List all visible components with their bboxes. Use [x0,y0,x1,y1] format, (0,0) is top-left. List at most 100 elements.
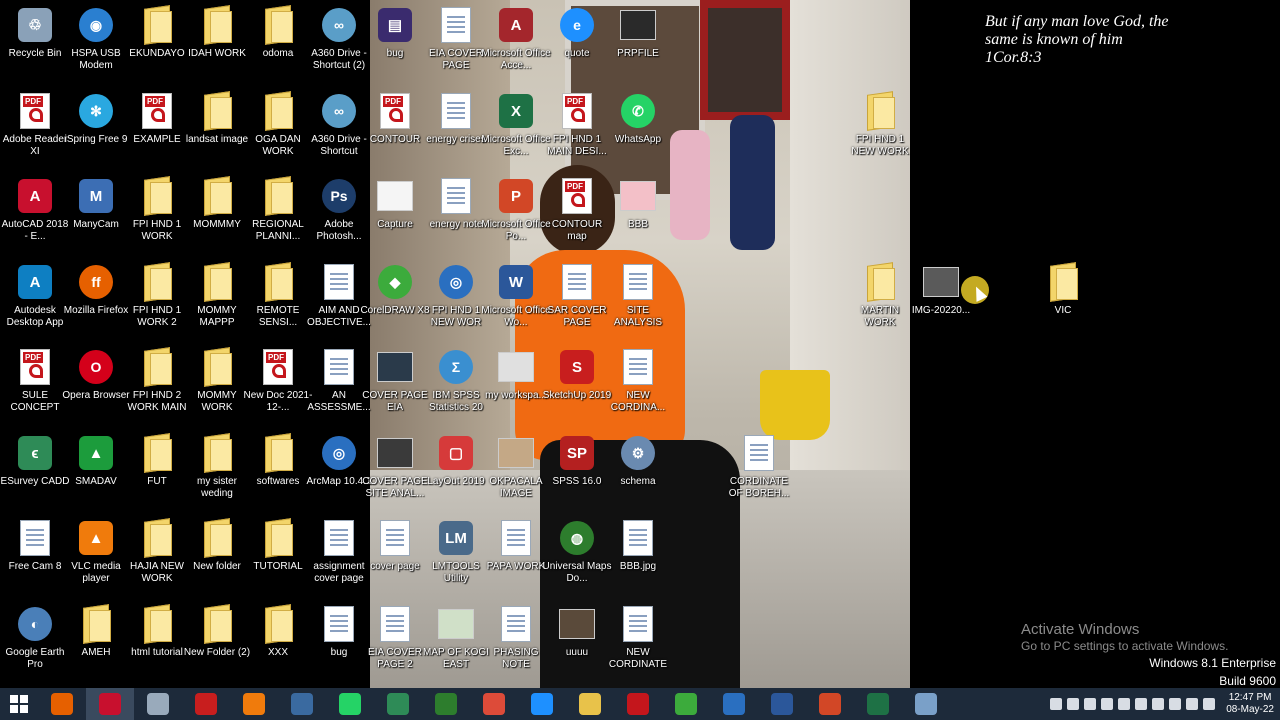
desktop-icon[interactable]: COVER PAGE EIA [360,342,430,427]
desktop-icon[interactable]: X Microsoft Office Exc... [481,86,551,171]
desktop-icon[interactable]: MARTIN WORK [845,257,915,342]
desktop-icon[interactable]: REMOTE SENSI... [243,257,313,342]
desktop-icon[interactable]: BBB.jpg [603,513,673,598]
desktop-icon[interactable]: FPI HND 1 NEW WORK [845,86,915,171]
desktop-icon[interactable]: O Opera Browser [61,342,131,427]
taskbar-button[interactable] [38,688,86,720]
desktop-icon[interactable]: SITE ANALYSIS [603,257,673,342]
desktop-icon[interactable]: uuuu [542,599,612,684]
desktop-icon[interactable]: OKPACALA IMAGE [481,428,551,513]
desktop-icon[interactable]: ✆ WhatsApp [603,86,673,171]
desktop-icon[interactable]: PHASING NOTE [481,599,551,684]
desktop-icon[interactable]: odoma [243,0,313,85]
desktop-icon[interactable]: BBB [603,171,673,256]
desktop-icon[interactable]: ◐ Google Earth Pro [0,599,70,684]
desktop-icon[interactable]: CONTOUR [360,86,430,171]
desktop-icon[interactable]: ◍ Universal Maps Do... [542,513,612,598]
desktop-icon[interactable]: VIC [1028,257,1098,342]
desktop-icon[interactable]: e quote [542,0,612,85]
desktop-icon[interactable]: ▤ bug [360,0,430,85]
desktop-icon[interactable]: PRPFILE [603,0,673,85]
desktop-icon[interactable]: TUTORIAL [243,513,313,598]
desktop-icon[interactable]: landsat image [182,86,252,171]
start-button[interactable] [0,688,38,720]
taskbar-button[interactable] [806,688,854,720]
desktop-icon[interactable]: cover page [360,513,430,598]
taskbar-button[interactable] [374,688,422,720]
battery-icon[interactable] [1169,698,1182,710]
desktop-icon[interactable]: New Doc 2021-12-... [243,342,313,427]
desktop-icon[interactable]: ϵ ESurvey CADD [0,428,70,513]
desktop-icon[interactable]: ◆ CorelDRAW X8 [360,257,430,342]
tray-app-icon[interactable] [1101,698,1114,710]
desktop-icon[interactable]: ff Mozilla Firefox [61,257,131,342]
taskbar-button[interactable] [182,688,230,720]
desktop-icon[interactable]: NEW CORDINA... [603,342,673,427]
desktop-icon[interactable]: ♲ Recycle Bin [0,0,70,85]
desktop-icon[interactable]: my sister weding [182,428,252,513]
taskbar-button[interactable] [854,688,902,720]
tray-app-icon[interactable] [1067,698,1080,710]
desktop-icon[interactable]: MOMMMY [182,171,252,256]
desktop-icon[interactable]: XXX [243,599,313,684]
desktop-icon[interactable]: A Microsoft Office Acce... [481,0,551,85]
keyboard-icon[interactable] [1203,698,1216,710]
taskbar-button[interactable] [86,688,134,720]
taskbar-button[interactable] [422,688,470,720]
bluetooth-icon[interactable] [1118,698,1131,710]
taskbar-button[interactable] [662,688,710,720]
taskbar-button[interactable] [518,688,566,720]
desktop-icon[interactable]: COVER PAGE SITE ANAL... [360,428,430,513]
desktop-icon[interactable]: EIA COVER PAGE 2 [360,599,430,684]
arcmap-icon [291,693,313,715]
tray-app-icon[interactable] [1084,698,1097,710]
desktop-icon[interactable]: MOMMY MAPPP [182,257,252,342]
desktop-icon[interactable]: FPI HND 1 MAIN DESI... [542,86,612,171]
taskbar-button[interactable] [326,688,374,720]
desktop-icon[interactable]: NEW CORDINATE [603,599,673,684]
desktop-icon[interactable]: PAPA WORK [481,513,551,598]
taskbar-button[interactable] [902,688,950,720]
desktop-icon[interactable]: New folder [182,513,252,598]
desktop-icon[interactable]: SULE CONCEPT [0,342,70,427]
network-icon[interactable] [1152,698,1165,710]
taskbar-button[interactable] [230,688,278,720]
desktop-icon[interactable]: Adobe Reader XI [0,86,70,171]
taskbar-button[interactable] [566,688,614,720]
taskbar-button[interactable] [758,688,806,720]
desktop-icon[interactable]: S SketchUp 2019 [542,342,612,427]
desktop-icon[interactable]: W Microsoft Office Wo... [481,257,551,342]
flag-icon[interactable] [1186,698,1199,710]
desktop-icon[interactable]: New Folder (2) [182,599,252,684]
desktop-icon[interactable]: AMEH [61,599,131,684]
desktop-icon[interactable]: OGA DAN WORK [243,86,313,171]
desktop-icon[interactable]: IDAH WORK [182,0,252,85]
taskbar-clock[interactable]: 12:47 PM 08-May-22 [1226,692,1274,716]
desktop-icon[interactable]: CONTOUR map [542,171,612,256]
taskbar-button[interactable] [278,688,326,720]
taskbar-button[interactable] [710,688,758,720]
desktop-icon[interactable]: ▲ SMADAV [61,428,131,513]
desktop-icon[interactable]: CORDINATE OF BOREH... [724,428,794,513]
desktop-icon[interactable]: Capture [360,171,430,256]
desktop-icon[interactable]: A AutoCAD 2018 - E... [0,171,70,256]
desktop-icon[interactable]: ✻ iSpring Free 9 [61,86,131,171]
tray-app-icon[interactable] [1050,698,1063,710]
desktop-icon[interactable]: my workspa... [481,342,551,427]
desktop-icon[interactable]: softwares [243,428,313,513]
desktop-icon[interactable]: P Microsoft Office Po... [481,171,551,256]
volume-icon[interactable] [1135,698,1148,710]
desktop-icon[interactable]: SP SPSS 16.0 [542,428,612,513]
desktop-icon[interactable]: SAR COVER PAGE [542,257,612,342]
desktop-icon[interactable]: REGIONAL PLANNI... [243,171,313,256]
desktop-icon[interactable]: MOMMY WORK [182,342,252,427]
desktop-icon[interactable]: Free Cam 8 [0,513,70,598]
taskbar-button[interactable] [470,688,518,720]
taskbar-button[interactable] [134,688,182,720]
desktop-icon[interactable]: M ManyCam [61,171,131,256]
desktop-icon[interactable]: ▲ VLC media player [61,513,131,598]
desktop-icon[interactable]: ◉ HSPA USB Modem [61,0,131,85]
taskbar-button[interactable] [614,688,662,720]
desktop-icon[interactable]: A Autodesk Desktop App [0,257,70,342]
desktop-icon[interactable]: ⚙ schema [603,428,673,513]
